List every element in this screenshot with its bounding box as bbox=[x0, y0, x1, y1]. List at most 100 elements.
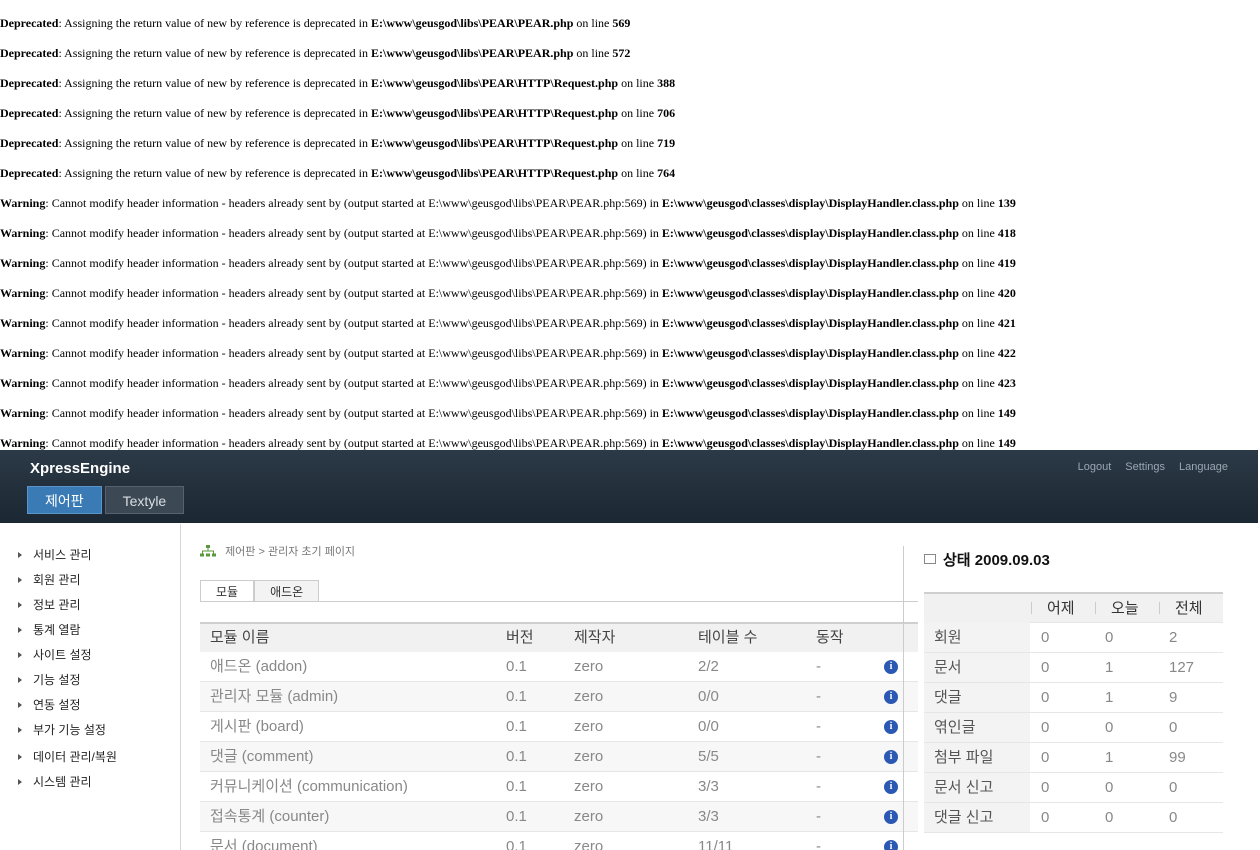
sidebar-item[interactable]: 서비스 관리 bbox=[18, 546, 92, 563]
status-total: 0 bbox=[1169, 809, 1178, 826]
error-on-line: on line bbox=[618, 166, 658, 180]
tab-modules[interactable]: 모듈 bbox=[200, 580, 255, 602]
error-line: Deprecated: Assigning the return value o… bbox=[0, 76, 675, 90]
module-tables: 0/0 bbox=[698, 688, 719, 705]
status-label: 댓글 bbox=[924, 683, 1030, 712]
error-file: E:\www\geusgod\classes\display\DisplayHa… bbox=[661, 376, 959, 390]
module-tables: 3/3 bbox=[698, 778, 719, 795]
error-file: E:\www\geusgod\classes\display\DisplayHa… bbox=[661, 196, 959, 210]
arrow-right-icon bbox=[18, 754, 22, 760]
error-type: Deprecated bbox=[0, 76, 59, 90]
error-line-number: 388 bbox=[657, 76, 676, 90]
sidebar-item[interactable]: 사이트 설정 bbox=[18, 646, 92, 663]
sidebar-item[interactable]: 부가 기능 설정 bbox=[18, 721, 106, 738]
status-total: 9 bbox=[1169, 689, 1178, 706]
error-line-number: 706 bbox=[657, 106, 676, 120]
status-today: 1 bbox=[1105, 659, 1114, 676]
logout-link[interactable]: Logout bbox=[1078, 461, 1112, 473]
module-author: zero bbox=[574, 778, 604, 795]
table-row: 게시판 (board) 0.1 zero 0/0 - i bbox=[200, 712, 918, 742]
info-icon[interactable]: i bbox=[884, 840, 898, 850]
error-message: : Assigning the return value of new by r… bbox=[58, 136, 371, 150]
error-message: : Cannot modify header information - hea… bbox=[45, 436, 662, 450]
sidebar-item-label: 기능 설정 bbox=[33, 673, 81, 687]
breadcrumb-root[interactable]: 제어판 bbox=[225, 546, 255, 558]
error-type: Warning bbox=[0, 436, 46, 450]
status-column-header: 어제 bbox=[1047, 600, 1075, 617]
module-action: - bbox=[816, 808, 821, 825]
tab-addons[interactable]: 애드온 bbox=[254, 580, 320, 602]
sidebar-item[interactable]: 데이터 관리/복원 bbox=[18, 748, 117, 765]
info-icon[interactable]: i bbox=[884, 690, 898, 704]
status-yesterday: 0 bbox=[1041, 719, 1050, 736]
error-file: E:\www\geusgod\classes\display\DisplayHa… bbox=[661, 436, 959, 450]
arrow-right-icon bbox=[18, 727, 22, 733]
error-message: : Cannot modify header information - hea… bbox=[45, 256, 662, 270]
error-line: Deprecated: Assigning the return value o… bbox=[0, 166, 675, 180]
tab-textyle[interactable]: Textyle bbox=[104, 486, 185, 514]
status-row: 문서 0 1 127 bbox=[924, 653, 1223, 683]
status-title-text: 상태 2009.09.03 bbox=[943, 552, 1050, 569]
box-icon bbox=[924, 554, 936, 564]
error-type: Warning bbox=[0, 316, 46, 330]
module-name: 관리자 모듈 (admin) bbox=[210, 688, 339, 705]
brand-logo[interactable]: XpressEngine bbox=[30, 460, 130, 477]
status-yesterday: 0 bbox=[1041, 689, 1050, 706]
status-total: 0 bbox=[1169, 779, 1178, 796]
error-message: : Cannot modify header information - hea… bbox=[45, 226, 662, 240]
status-row: 댓글 신고 0 0 0 bbox=[924, 803, 1223, 833]
error-on-line: on line bbox=[618, 76, 658, 90]
header-links: Logout Settings Language bbox=[1078, 461, 1228, 473]
sidebar-item[interactable]: 통계 열람 bbox=[18, 621, 81, 638]
error-line: Warning: Cannot modify header informatio… bbox=[0, 436, 1016, 450]
sidebar: 서비스 관리회원 관리정보 관리통계 열람사이트 설정기능 설정연동 설정부가 … bbox=[0, 524, 181, 850]
header-separator bbox=[1095, 602, 1096, 614]
module-version: 0.1 bbox=[506, 658, 527, 675]
module-action: - bbox=[816, 658, 821, 675]
error-line-number: 139 bbox=[997, 196, 1016, 210]
error-type: Warning bbox=[0, 196, 46, 210]
info-icon[interactable]: i bbox=[884, 720, 898, 734]
error-line: Deprecated: Assigning the return value o… bbox=[0, 46, 630, 60]
module-action: - bbox=[816, 718, 821, 735]
language-link[interactable]: Language bbox=[1179, 461, 1228, 473]
module-version: 0.1 bbox=[506, 718, 527, 735]
info-icon[interactable]: i bbox=[884, 660, 898, 674]
error-line-number: 719 bbox=[657, 136, 676, 150]
status-today: 1 bbox=[1105, 749, 1114, 766]
sidebar-item[interactable]: 기능 설정 bbox=[18, 671, 81, 688]
sidebar-item[interactable]: 정보 관리 bbox=[18, 596, 81, 613]
info-icon[interactable]: i bbox=[884, 810, 898, 824]
status-yesterday: 0 bbox=[1041, 749, 1050, 766]
status-row: 첨부 파일 0 1 99 bbox=[924, 743, 1223, 773]
status-title: 상태 2009.09.03 bbox=[924, 549, 1050, 570]
module-name: 문서 (document) bbox=[210, 838, 318, 850]
error-line: Warning: Cannot modify header informatio… bbox=[0, 226, 1016, 240]
error-line: Warning: Cannot modify header informatio… bbox=[0, 316, 1016, 330]
sidebar-item-label: 사이트 설정 bbox=[33, 648, 92, 662]
status-label: 댓글 신고 bbox=[924, 803, 1030, 832]
info-icon[interactable]: i bbox=[884, 750, 898, 764]
error-type: Deprecated bbox=[0, 16, 59, 30]
arrow-right-icon bbox=[18, 779, 22, 785]
column-header: 버전 bbox=[506, 629, 534, 646]
status-column-header: 전체 bbox=[1175, 600, 1203, 617]
sidebar-item-label: 회원 관리 bbox=[33, 573, 81, 587]
error-on-line: on line bbox=[958, 316, 998, 330]
error-line: Warning: Cannot modify header informatio… bbox=[0, 376, 1016, 390]
module-action: - bbox=[816, 778, 821, 795]
module-version: 0.1 bbox=[506, 838, 527, 850]
settings-link[interactable]: Settings bbox=[1125, 461, 1165, 473]
error-message: : Assigning the return value of new by r… bbox=[58, 166, 371, 180]
module-author: zero bbox=[574, 658, 604, 675]
info-icon[interactable]: i bbox=[884, 780, 898, 794]
error-message: : Assigning the return value of new by r… bbox=[58, 46, 371, 60]
error-on-line: on line bbox=[958, 346, 998, 360]
arrow-right-icon bbox=[18, 702, 22, 708]
sidebar-item[interactable]: 연동 설정 bbox=[18, 696, 81, 713]
sidebar-item[interactable]: 시스템 관리 bbox=[18, 773, 92, 790]
sidebar-item[interactable]: 회원 관리 bbox=[18, 571, 81, 588]
sidebar-item-label: 연동 설정 bbox=[33, 698, 81, 712]
tab-control-panel[interactable]: 제어판 bbox=[27, 486, 102, 514]
status-total: 127 bbox=[1169, 659, 1195, 676]
